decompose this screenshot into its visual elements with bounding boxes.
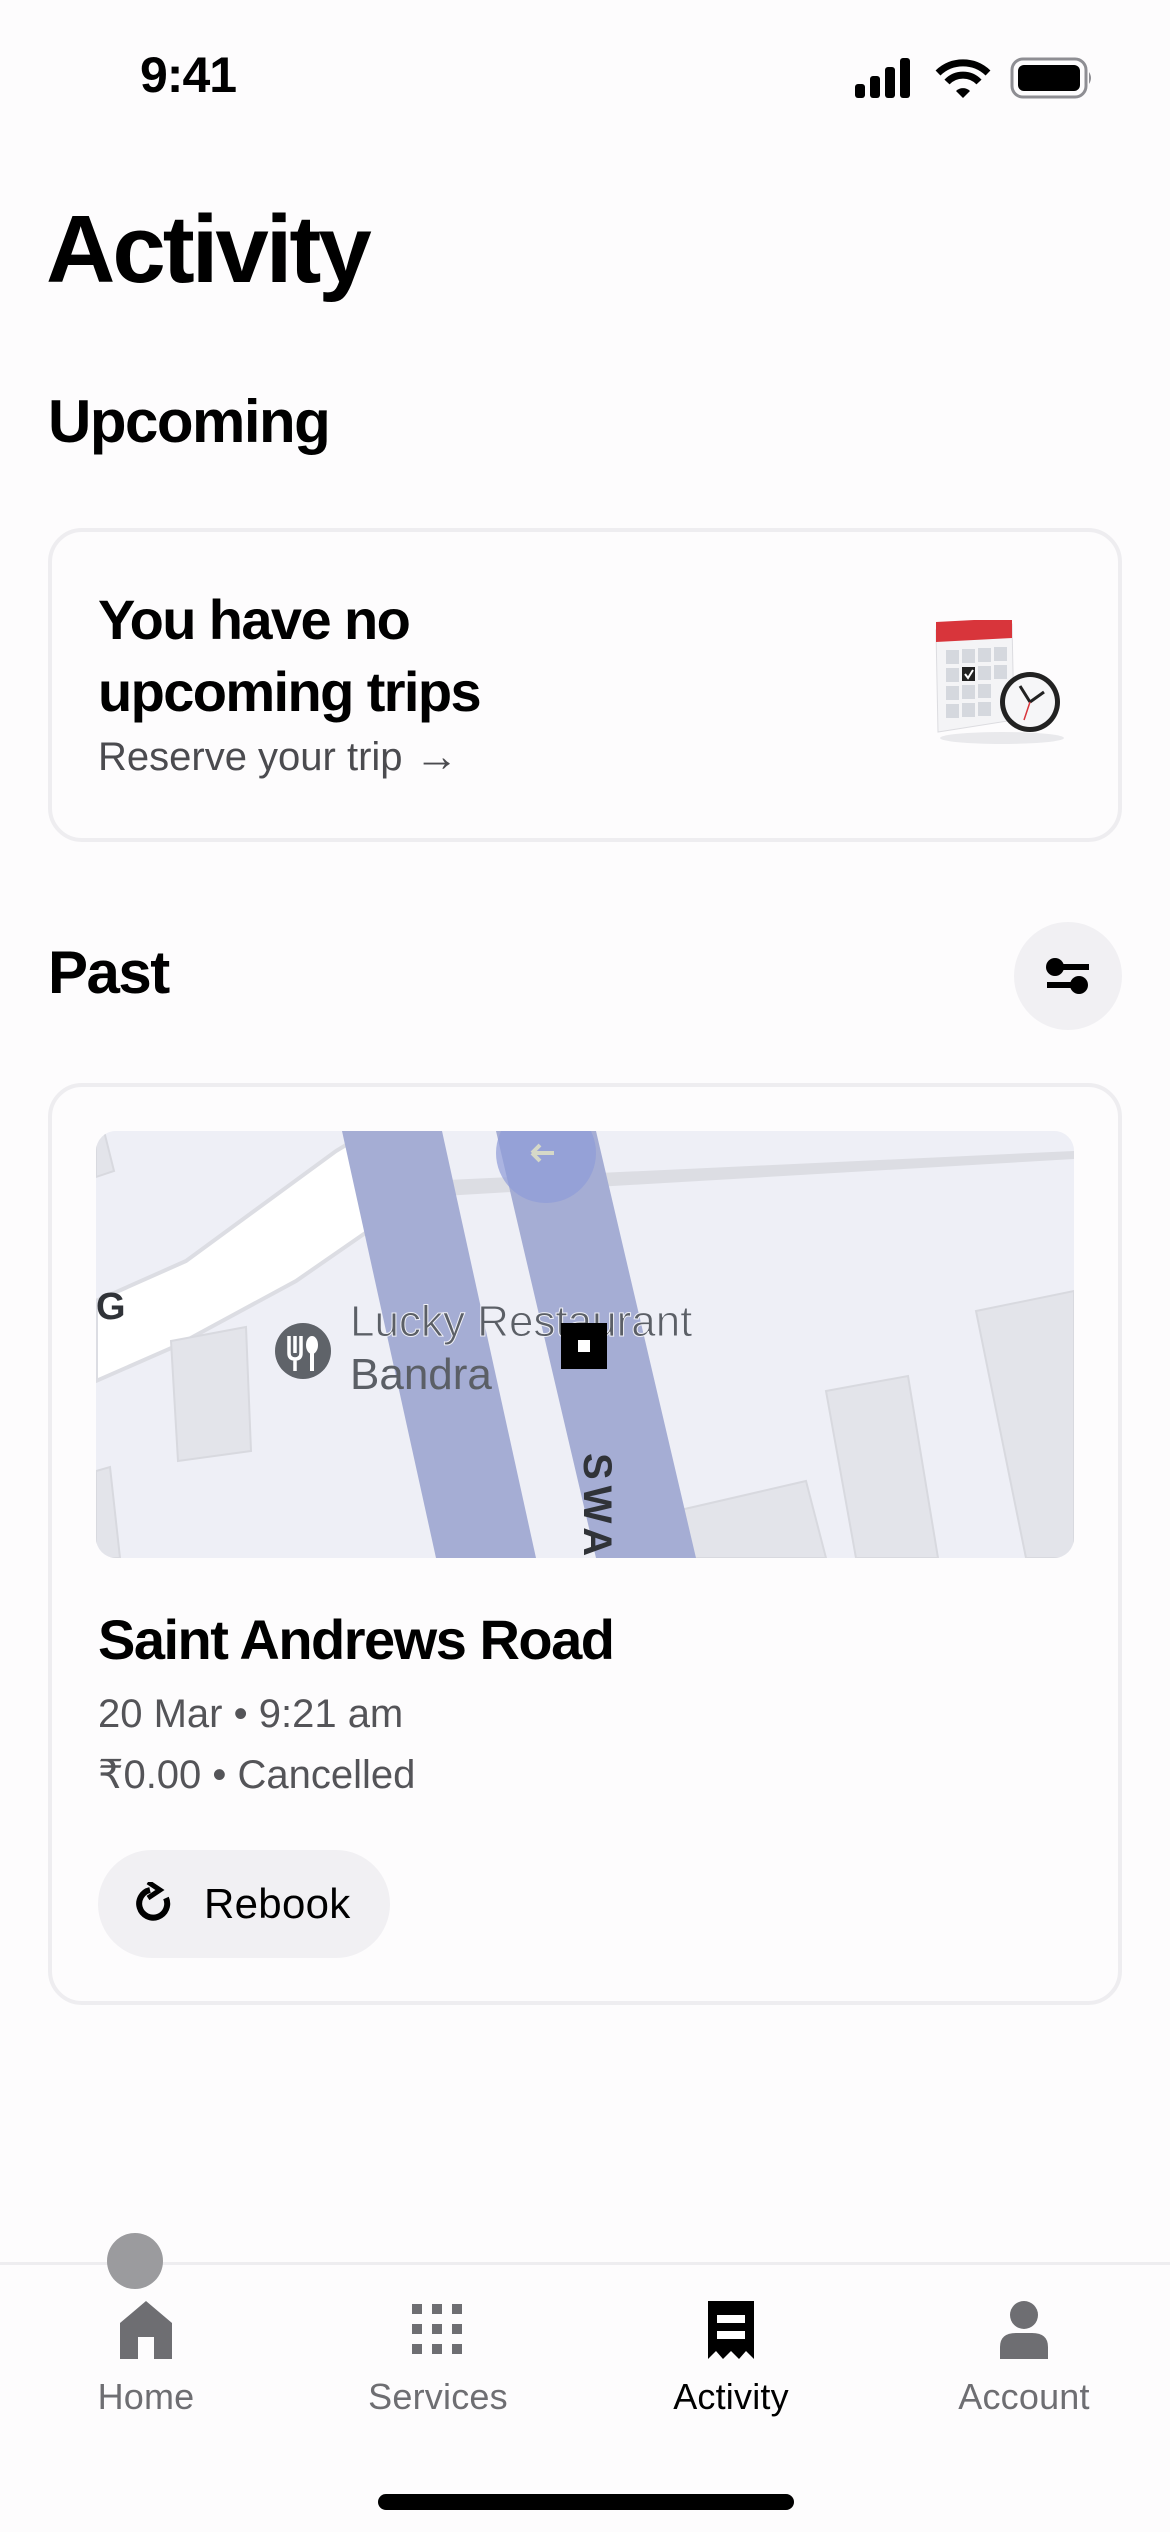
map-canvas: Lucky Restaurant Bandra SWA G [96,1131,1074,1558]
poi-label-line1: Lucky Restaurant [350,1297,692,1346]
restaurant-icon [275,1323,331,1379]
reserve-trip-label: Reserve your trip [98,734,403,779]
nav-item-activity[interactable]: Activity [621,2298,841,2428]
grid-icon [412,2304,462,2354]
no-upcoming-trips-heading: You have no upcoming trips [98,588,482,723]
trip-map[interactable]: Lucky Restaurant Bandra SWA G [96,1131,1074,1558]
trip-destination: Saint Andrews Road [98,1608,615,1671]
nav-item-account[interactable]: Account [914,2298,1134,2428]
nav-label-home: Home [97,2376,195,2417]
map-edge-label: G [96,1286,126,1328]
wifi-icon [935,59,991,98]
rebook-refresh-icon [136,1882,171,1921]
nav-label-account: Account [958,2376,1090,2417]
map-building [169,1325,253,1463]
road-label: SWA [575,1453,619,1558]
person-icon [1000,2301,1048,2359]
upcoming-section-title: Upcoming [48,388,331,455]
battery-icon [1010,57,1091,99]
arrow-right-icon: → [414,732,459,781]
touch-indicator-dot [107,2233,163,2289]
nav-label-activity: Activity [673,2376,789,2417]
bottom-nav-divider [0,2262,1170,2265]
home-indicator-bar[interactable] [378,2494,794,2510]
page-title: Activity [46,196,372,303]
filter-sliders-icon [1046,958,1089,994]
nav-item-home[interactable]: Home [36,2298,256,2428]
past-trip-card[interactable]: Lucky Restaurant Bandra SWA G Saint Andr… [48,1083,1122,2005]
rebook-label: Rebook [204,1880,351,1927]
cellular-signal-icon [855,58,910,98]
reserve-trip-link[interactable]: Reserve your trip → [98,732,459,782]
rebook-button[interactable]: Rebook [98,1850,390,1958]
receipt-icon [708,2301,754,2359]
trip-fare-status: ₹0.00 • Cancelled [98,1753,416,1797]
calendar-clock-illustration [935,620,1064,744]
home-icon [120,2301,172,2359]
status-time: 9:41 [140,47,237,103]
nav-label-services: Services [368,2376,508,2417]
past-section-title: Past [48,939,170,1006]
trip-date-time: 20 Mar • 9:21 am [98,1692,404,1736]
upcoming-trips-card[interactable]: You have no upcoming trips Reserve your … [48,528,1122,842]
status-icons [855,57,1091,99]
poi-label-line2: Bandra [350,1350,492,1399]
nav-item-services[interactable]: Services [328,2298,548,2428]
filter-button[interactable] [1014,922,1122,1030]
